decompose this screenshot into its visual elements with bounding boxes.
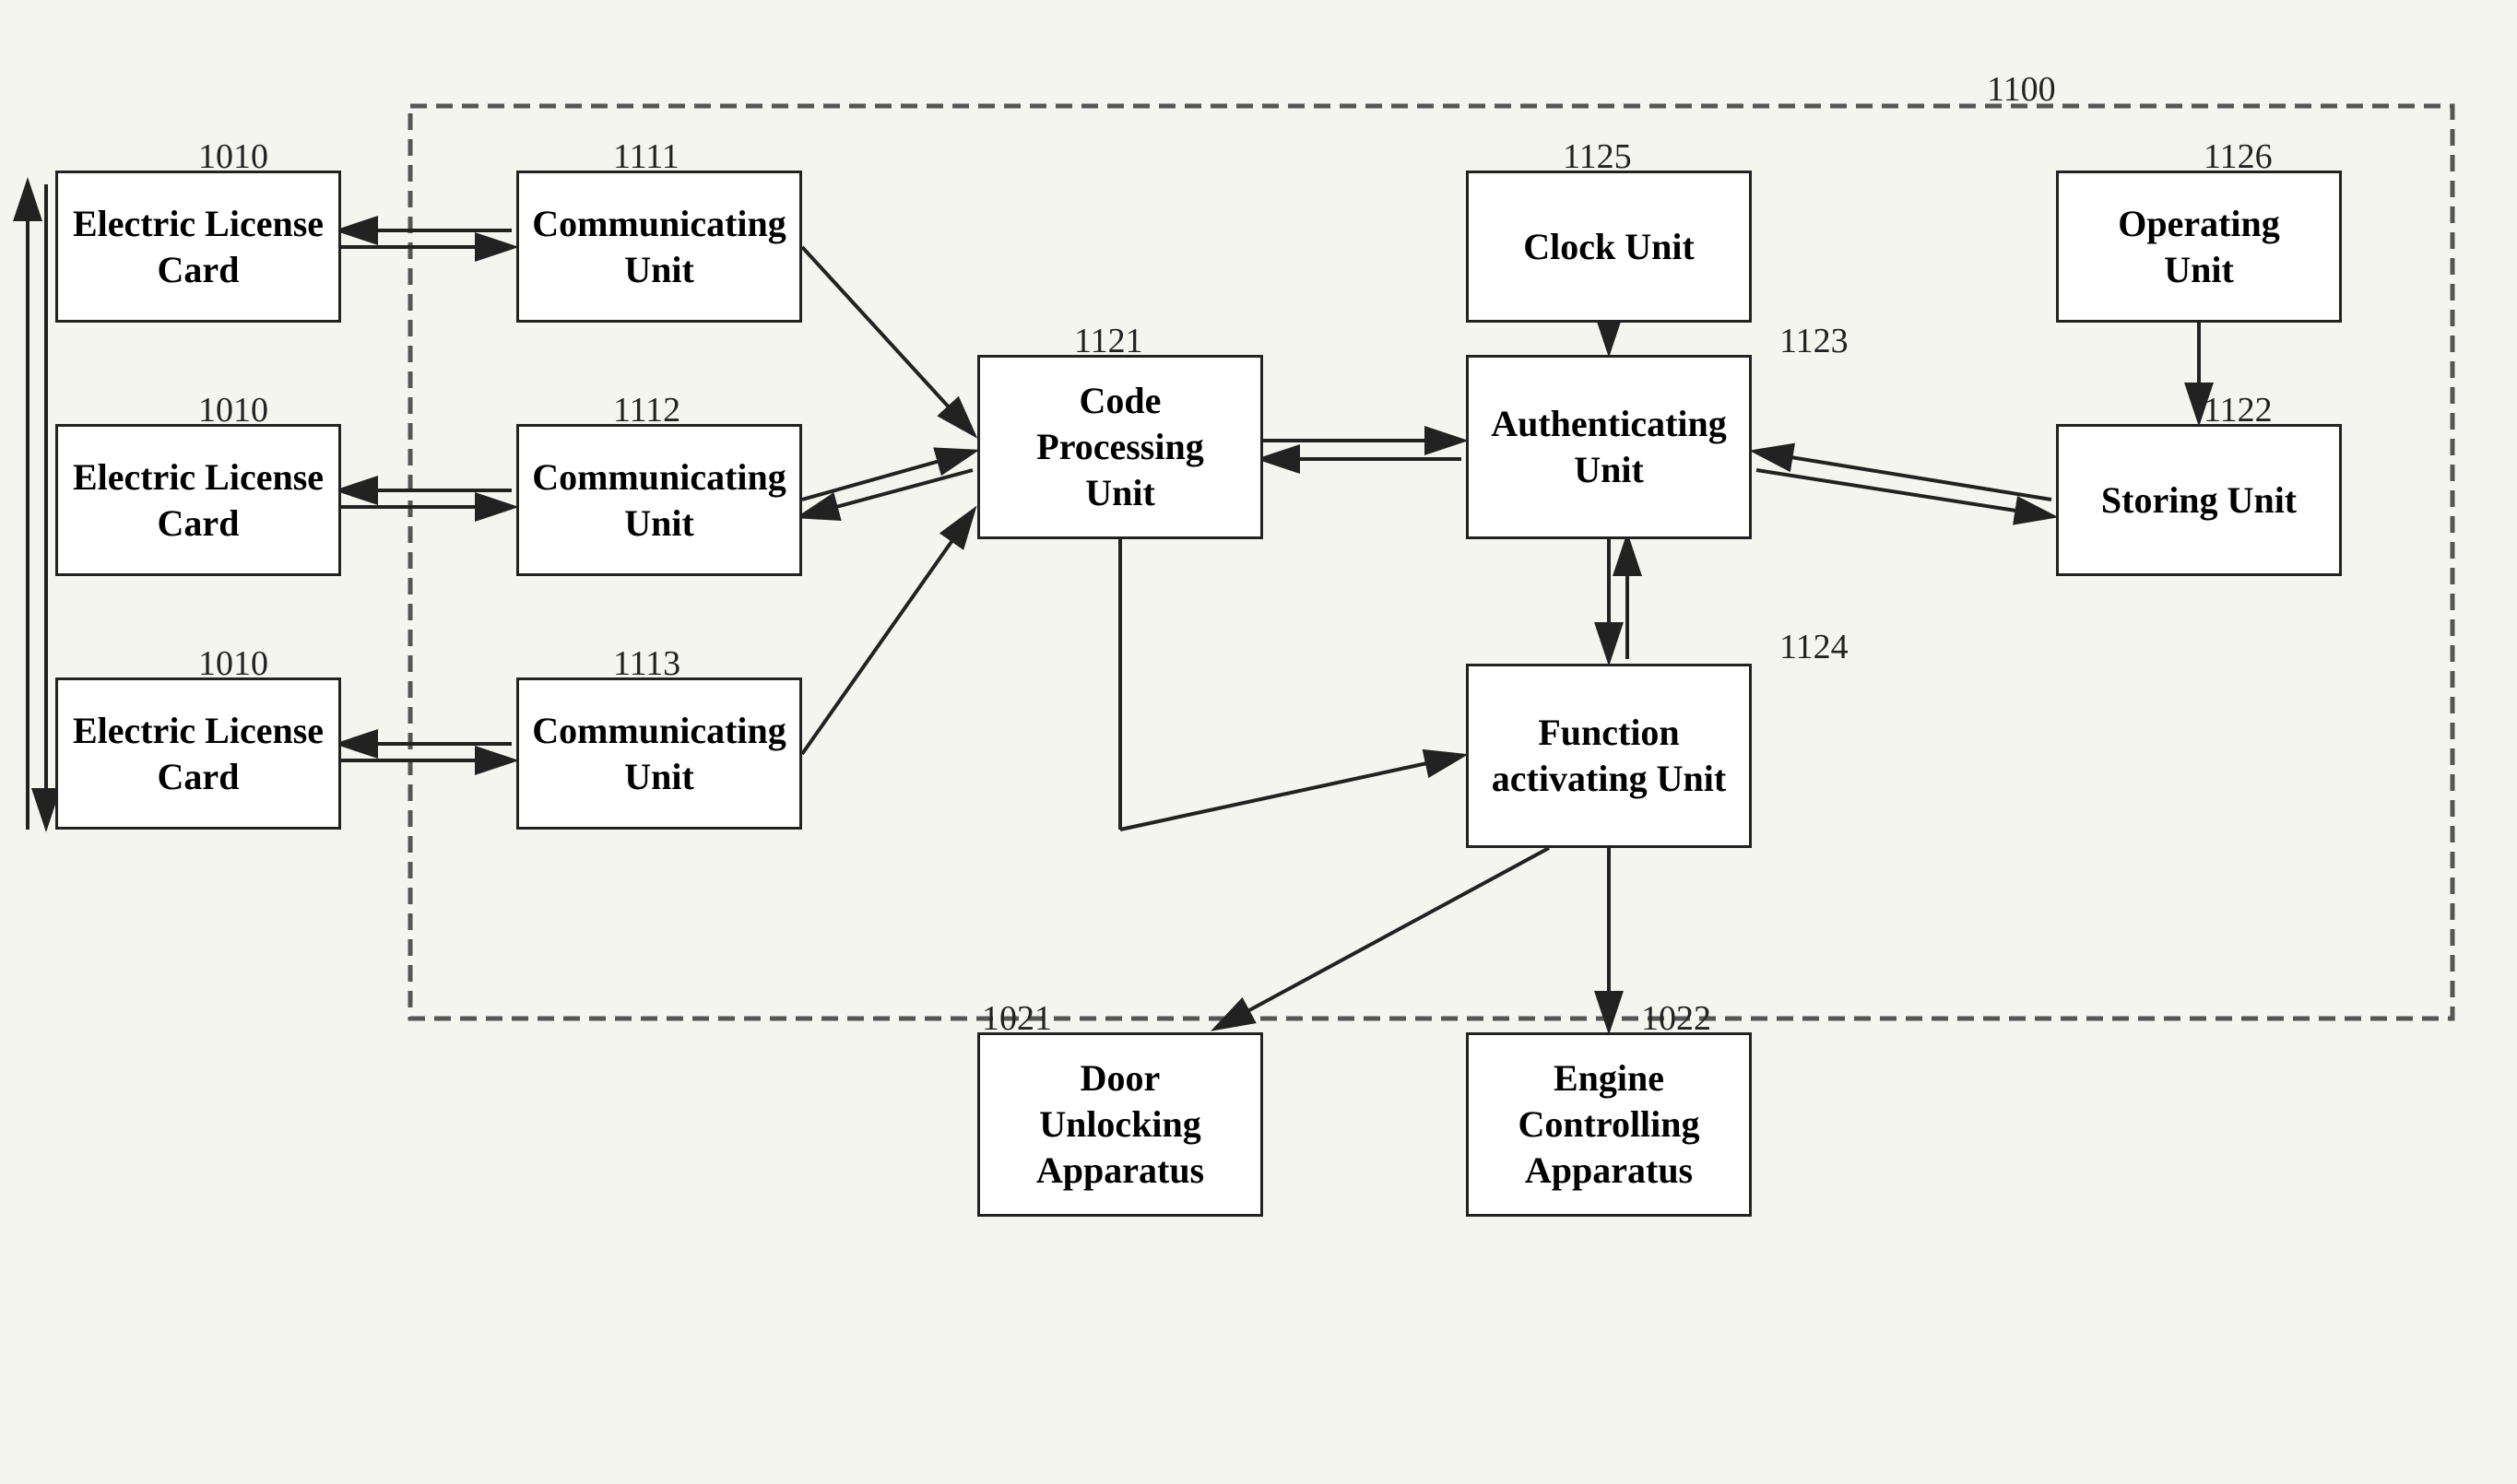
label-1123: 1123 [1779, 321, 1849, 361]
codeproc-to-func-horiz [1120, 756, 1461, 830]
electric-license-card-1: Electric LicenseCard [55, 171, 341, 323]
electric-license-card-3: Electric LicenseCard [55, 677, 341, 830]
func-to-door [1217, 848, 1549, 1028]
clock-unit: Clock Unit [1466, 171, 1752, 323]
label-1010c: 1010 [198, 643, 268, 684]
label-1112: 1112 [613, 390, 680, 430]
comm3-to-codeproc [802, 512, 973, 754]
operating-unit: OperatingUnit [2056, 171, 2342, 323]
diagram-container: Electric LicenseCard Electric LicenseCar… [0, 0, 2517, 1484]
label-1126: 1126 [2204, 136, 2273, 177]
label-1100: 1100 [1987, 69, 2056, 110]
label-1121: 1121 [1074, 321, 1143, 361]
label-1021: 1021 [982, 998, 1052, 1039]
communicating-unit-3: CommunicatingUnit [516, 677, 802, 830]
comm1-to-codeproc [802, 247, 973, 433]
engine-controlling-apparatus: EngineControllingApparatus [1466, 1032, 1752, 1217]
label-1010a: 1010 [198, 136, 268, 177]
electric-license-card-2: Electric LicenseCard [55, 424, 341, 576]
label-1010b: 1010 [198, 390, 268, 430]
label-1122: 1122 [2204, 390, 2273, 430]
label-1022: 1022 [1641, 998, 1711, 1039]
label-1113: 1113 [613, 643, 680, 684]
label-1111: 1111 [613, 136, 679, 177]
function-activating-unit: Functionactivating Unit [1466, 664, 1752, 848]
communicating-unit-2: CommunicatingUnit [516, 424, 802, 576]
door-unlocking-apparatus: DoorUnlockingApparatus [977, 1032, 1263, 1217]
label-1125: 1125 [1563, 136, 1632, 177]
label-1124: 1124 [1779, 627, 1849, 667]
authenticating-unit: AuthenticatingUnit [1466, 355, 1752, 539]
communicating-unit-1: CommunicatingUnit [516, 171, 802, 323]
code-processing-unit: CodeProcessingUnit [977, 355, 1263, 539]
storing-unit: Storing Unit [2056, 424, 2342, 576]
